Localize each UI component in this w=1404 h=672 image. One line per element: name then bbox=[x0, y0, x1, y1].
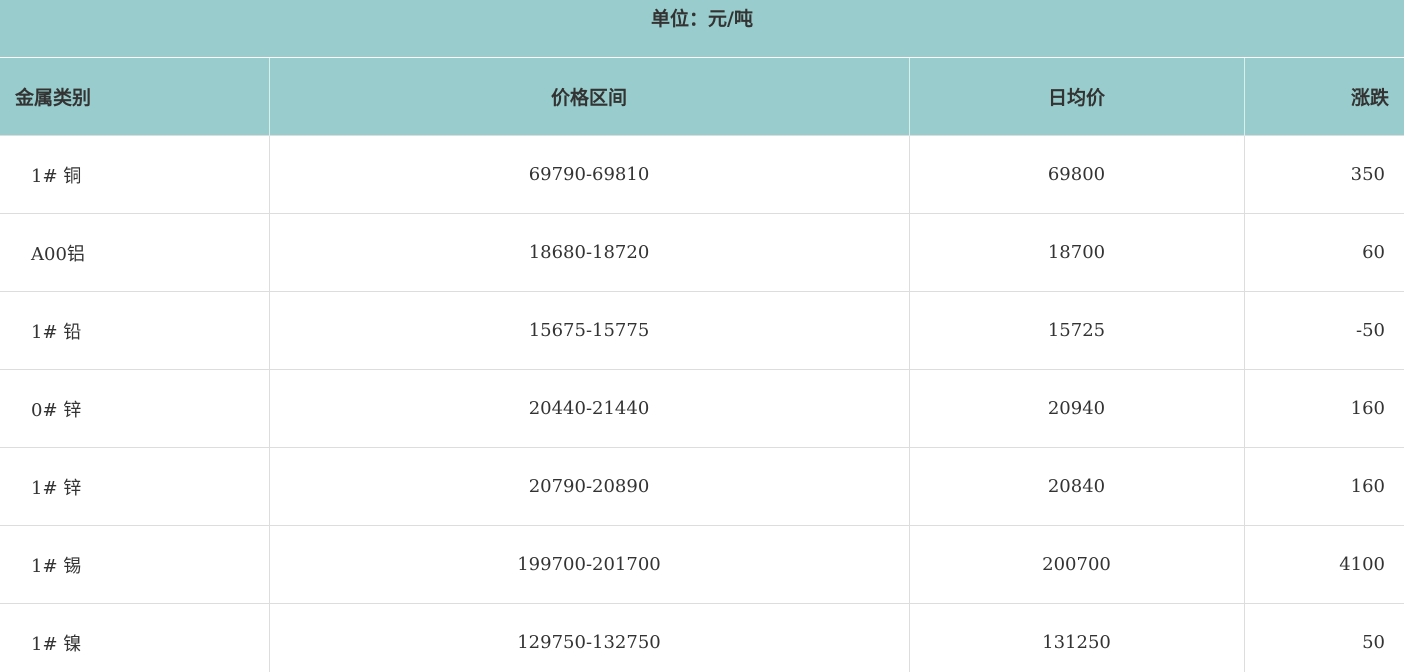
cell-daily-average: 69800 bbox=[909, 135, 1245, 214]
table-row: 1# 铜 69790-69810 69800 350 bbox=[0, 135, 1404, 214]
table-row: 1# 锌 20790-20890 20840 160 bbox=[0, 447, 1404, 526]
cell-daily-average: 20940 bbox=[909, 369, 1245, 448]
cell-change: -50 bbox=[1244, 291, 1404, 370]
cell-daily-average: 15725 bbox=[909, 291, 1245, 370]
cell-change: 60 bbox=[1244, 213, 1404, 292]
cell-metal-category: 0# 锌 bbox=[0, 369, 270, 448]
cell-daily-average: 131250 bbox=[909, 603, 1245, 672]
cell-price-range: 199700-201700 bbox=[269, 525, 910, 604]
cell-change: 350 bbox=[1244, 135, 1404, 214]
header-daily-average: 日均价 bbox=[909, 58, 1245, 136]
cell-price-range: 18680-18720 bbox=[269, 213, 910, 292]
table-row: A00铝 18680-18720 18700 60 bbox=[0, 213, 1404, 292]
cell-change: 50 bbox=[1244, 603, 1404, 672]
cell-price-range: 129750-132750 bbox=[269, 603, 910, 672]
header-change: 涨跌 bbox=[1244, 58, 1404, 136]
cell-change: 160 bbox=[1244, 447, 1404, 526]
cell-metal-category: 1# 锌 bbox=[0, 447, 270, 526]
header-row: 金属类别 价格区间 日均价 涨跌 bbox=[0, 58, 1404, 136]
header-price-range: 价格区间 bbox=[269, 58, 910, 136]
cell-price-range: 15675-15775 bbox=[269, 291, 910, 370]
table-row: 1# 镍 129750-132750 131250 50 bbox=[0, 603, 1404, 672]
cell-metal-category: A00铝 bbox=[0, 213, 270, 292]
header-metal-category: 金属类别 bbox=[0, 58, 270, 136]
cell-price-range: 20440-21440 bbox=[269, 369, 910, 448]
table-body: 1# 铜 69790-69810 69800 350 A00铝 18680-18… bbox=[0, 135, 1404, 672]
cell-change: 4100 bbox=[1244, 525, 1404, 604]
table-row: 1# 锡 199700-201700 200700 4100 bbox=[0, 525, 1404, 604]
cell-price-range: 69790-69810 bbox=[269, 135, 910, 214]
cell-metal-category: 1# 镍 bbox=[0, 603, 270, 672]
cell-metal-category: 1# 铜 bbox=[0, 135, 270, 214]
cell-metal-category: 1# 铅 bbox=[0, 291, 270, 370]
price-table-container: 单位：元/吨 金属类别 价格区间 日均价 涨跌 1# 铜 69790-69810… bbox=[0, 0, 1404, 672]
cell-price-range: 20790-20890 bbox=[269, 447, 910, 526]
cell-metal-category: 1# 锡 bbox=[0, 525, 270, 604]
cell-daily-average: 20840 bbox=[909, 447, 1245, 526]
cell-daily-average: 200700 bbox=[909, 525, 1245, 604]
cell-daily-average: 18700 bbox=[909, 213, 1245, 292]
cell-change: 160 bbox=[1244, 369, 1404, 448]
table-row: 1# 铅 15675-15775 15725 -50 bbox=[0, 291, 1404, 370]
metal-price-table: 金属类别 价格区间 日均价 涨跌 1# 铜 69790-69810 69800 … bbox=[0, 58, 1404, 672]
table-header: 金属类别 价格区间 日均价 涨跌 bbox=[0, 58, 1404, 136]
table-row: 0# 锌 20440-21440 20940 160 bbox=[0, 369, 1404, 448]
unit-label: 单位：元/吨 bbox=[0, 0, 1404, 58]
